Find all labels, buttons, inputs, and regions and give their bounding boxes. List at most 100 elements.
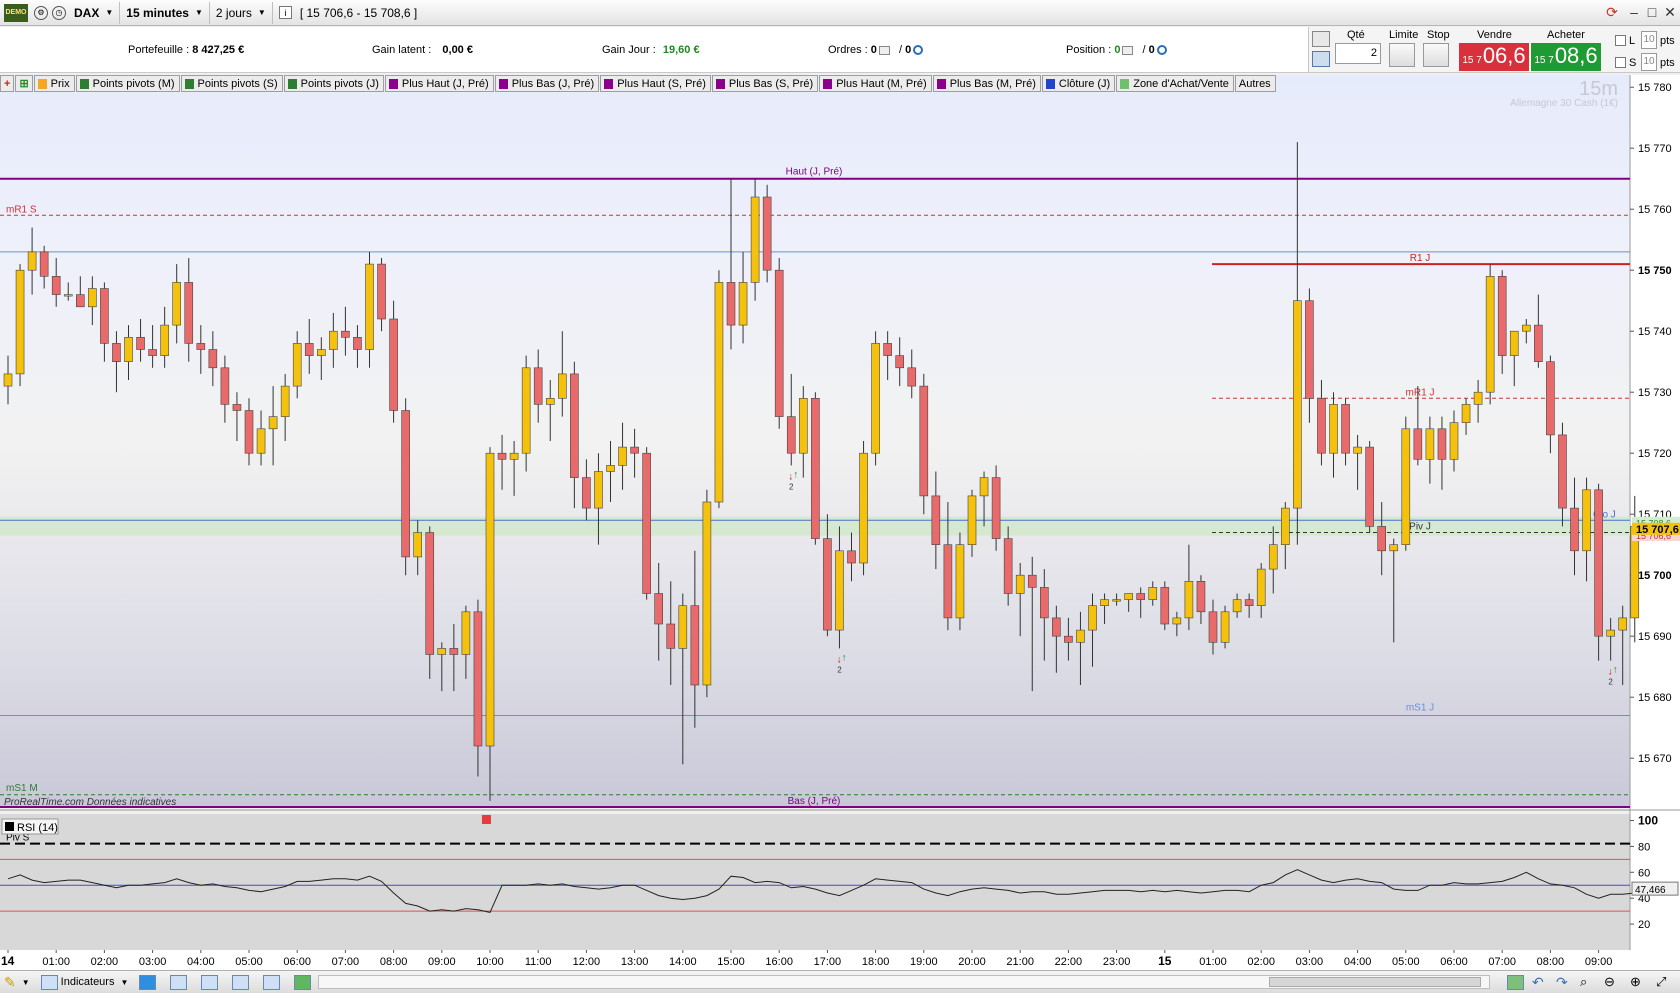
gear-icon[interactable]	[913, 45, 924, 56]
keypad-icon[interactable]	[1312, 51, 1330, 67]
add-indicator-button[interactable]: +	[0, 75, 15, 92]
timeframe-watermark: 15m	[1579, 78, 1618, 100]
pencil-icon: ✎	[4, 973, 16, 990]
candle-body	[811, 397, 820, 539]
candle-body	[979, 477, 989, 497]
quantity-input[interactable]: 2	[1335, 43, 1381, 64]
sell-button[interactable]: 15 7 06,6	[1459, 43, 1529, 71]
x-tick-label: 07:00	[1488, 956, 1516, 968]
zoom-out-button[interactable]: ⊖	[1600, 973, 1619, 992]
legend-item[interactable]: Plus Haut (S, Pré)	[600, 75, 711, 92]
candle-body	[27, 251, 37, 271]
x-tick-label: 09:00	[1585, 956, 1613, 968]
y-tick-label: 15 780	[1638, 82, 1672, 94]
candle-body	[1461, 404, 1471, 423]
indicators-button[interactable]: Indicateurs ▼	[34, 973, 133, 992]
stop-pts-input[interactable]: 10	[1641, 53, 1657, 71]
x-tick-label: 11:00	[525, 956, 552, 968]
info-icon[interactable]: i	[278, 6, 292, 19]
wrench-icon[interactable]	[1312, 31, 1330, 47]
legend-item[interactable]: Plus Haut (J, Pré)	[384, 75, 494, 92]
candle-body	[931, 495, 941, 545]
price-tag-label: 15 707,6	[1636, 524, 1679, 536]
price-chart[interactable]: 15 67015 68015 69015 70015 71015 72015 7…	[0, 75, 1680, 970]
timeframe-selector[interactable]: 15 minutes ▼	[120, 1, 210, 24]
legend-items: Prix Points pivots (M) Points pivots (S) Po…	[33, 75, 1277, 93]
undo-button[interactable]: ↶	[1528, 973, 1548, 992]
candle-body	[377, 263, 386, 320]
instrument-selector[interactable]: DAX ▼	[68, 1, 121, 24]
rsi-value-label: 47,466	[1635, 885, 1666, 896]
level-label: R1 J	[1410, 253, 1431, 264]
limit-label: Limite	[1389, 29, 1419, 41]
candle-body	[329, 330, 338, 350]
candle-body	[172, 282, 181, 326]
candle-body	[545, 397, 555, 405]
orders-list-icon[interactable]	[878, 45, 890, 55]
candle-body	[1377, 526, 1386, 552]
candle-body	[678, 605, 688, 649]
candle-body	[521, 367, 531, 454]
clock-icon[interactable]: ◷	[52, 5, 66, 20]
level-label: Haut (J, Pré)	[786, 167, 843, 178]
legend-item[interactable]: Points pivots (M)	[75, 75, 180, 92]
limit-order-button[interactable]	[1389, 43, 1415, 67]
legend-swatch	[1045, 78, 1055, 89]
candle-body	[1413, 428, 1423, 460]
position-list-icon[interactable]	[1122, 45, 1134, 55]
position[interactable]: Position : 0 / 0	[1066, 44, 1167, 56]
settings-icon[interactable]: ⚙	[34, 5, 48, 20]
legend-item[interactable]: Prix	[33, 75, 75, 92]
y-tick-label: 15 700	[1638, 570, 1672, 582]
rsi-panel-background	[0, 814, 1630, 950]
refresh-icon[interactable]: ⟳	[1604, 4, 1620, 21]
comment-button[interactable]	[163, 973, 194, 992]
stop-distance-checkbox[interactable]	[1615, 57, 1626, 68]
share-button[interactable]	[132, 973, 163, 992]
export-button[interactable]	[287, 973, 318, 992]
legend-swatch	[823, 78, 833, 89]
legend-item[interactable]: Plus Bas (S, Pré)	[711, 75, 819, 92]
drawing-tools-button[interactable]: ✎ ▼	[0, 973, 34, 992]
legend-item[interactable]: Plus Bas (M, Pré)	[932, 75, 1041, 92]
candle-body	[389, 318, 398, 411]
buy-button[interactable]: 15 7 08,6	[1531, 43, 1601, 71]
legend-item[interactable]: Points pivots (J)	[283, 75, 384, 92]
candle-body	[1293, 300, 1302, 509]
orders[interactable]: Ordres : 0 / 0	[828, 44, 924, 56]
candle-body	[1485, 276, 1495, 393]
horizontal-scrollbar[interactable]	[318, 975, 1490, 989]
close-icon[interactable]: ✕	[1662, 4, 1678, 21]
candle-body	[533, 367, 543, 405]
zoom-in-button[interactable]: ⊕	[1626, 973, 1645, 992]
stop-order-button[interactable]	[1423, 43, 1449, 67]
layout-button[interactable]	[225, 973, 256, 992]
full-screen-button[interactable]: ⤢	[1652, 973, 1670, 992]
quote-range: i [ 15 706,6 - 15 708,6 ]	[273, 2, 423, 24]
legend-item[interactable]: Autres	[1234, 75, 1276, 92]
gear-icon[interactable]	[1156, 45, 1167, 56]
sync-button[interactable]	[1500, 973, 1531, 992]
legend-item[interactable]: Plus Bas (J, Pré)	[494, 75, 600, 92]
sell-label: Vendre	[1477, 29, 1512, 41]
expand-legend-button[interactable]: ⊞	[15, 75, 33, 92]
legend-item[interactable]: Points pivots (S)	[180, 75, 283, 92]
legend-item[interactable]: Clôture (J)	[1041, 75, 1116, 92]
redo-button[interactable]: ↷	[1552, 973, 1572, 992]
candle-body	[1196, 580, 1206, 613]
scrollbar-thumb[interactable]	[1269, 977, 1481, 987]
limit-pts-input[interactable]: 10	[1641, 31, 1657, 49]
l-label: L	[1629, 35, 1636, 47]
x-tick-label: 09:00	[428, 956, 456, 968]
zoom-area-button[interactable]: ⌕	[1576, 973, 1591, 992]
y-tick-label: 15 730	[1638, 387, 1672, 399]
legend-item[interactable]: Zone d'Achat/Vente	[1116, 75, 1234, 92]
minimize-icon[interactable]: –	[1626, 4, 1642, 20]
screenshot-button[interactable]	[256, 973, 287, 992]
maximize-icon[interactable]: □	[1644, 4, 1660, 20]
legend-item[interactable]: Plus Haut (M, Pré)	[819, 75, 932, 92]
period-selector[interactable]: 2 jours ▼	[210, 1, 273, 24]
legend-label: Zone d'Achat/Vente	[1133, 77, 1229, 90]
limit-distance-checkbox[interactable]	[1615, 35, 1626, 46]
properties-button[interactable]	[194, 973, 225, 992]
